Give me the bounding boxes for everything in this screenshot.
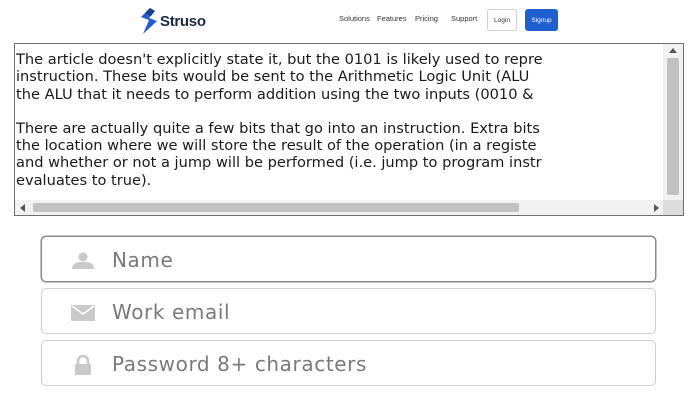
password-input[interactable] [112, 349, 632, 379]
vertical-scrollbar[interactable] [663, 44, 683, 201]
scroll-right-arrow-icon[interactable] [654, 204, 659, 212]
article-text: The article doesn't explicitly state it,… [16, 51, 662, 201]
email-field[interactable] [41, 288, 656, 334]
nav-pricing[interactable]: Pricing [415, 14, 438, 23]
scroll-left-arrow-icon[interactable] [20, 204, 25, 212]
article-line: There are actually quite a few bits that… [16, 119, 540, 137]
article-paragraph: The article doesn't explicitly state it,… [16, 51, 662, 103]
lock-icon [70, 355, 96, 375]
article-line: and whether or not a jump will be perfor… [16, 154, 542, 172]
logo-text: Struso [160, 12, 206, 30]
article-line: the ALU that it needs to perform additio… [16, 85, 534, 103]
nav-solutions[interactable]: Solutions [339, 14, 370, 23]
scrollbar-corner [663, 200, 683, 215]
article-paragraph: There are actually quite a few bits that… [16, 120, 662, 189]
envelope-icon [70, 303, 96, 323]
top-header: Struso Solutions Features Pricing Suppor… [0, 0, 700, 42]
scroll-up-arrow-icon[interactable] [669, 48, 677, 53]
article-scroll-box[interactable]: The article doesn't explicitly state it,… [14, 43, 684, 216]
horizontal-scroll-thumb[interactable] [33, 203, 519, 212]
article-line: instruction. These bits would be sent to… [16, 68, 530, 86]
user-icon [70, 251, 96, 271]
login-button[interactable]: Login [487, 9, 517, 31]
name-input[interactable] [112, 245, 632, 275]
password-field[interactable] [41, 340, 656, 386]
email-input[interactable] [112, 297, 632, 327]
signup-button[interactable]: Signup [525, 9, 558, 31]
article-line: the location where we will store the res… [16, 137, 537, 155]
logo[interactable]: Struso [141, 7, 206, 35]
nav-features[interactable]: Features [377, 14, 407, 23]
article-line: evaluates to true). [16, 171, 152, 189]
signup-page: Struso Solutions Features Pricing Suppor… [0, 0, 700, 400]
article-line: The article doesn't explicitly state it,… [16, 51, 543, 68]
horizontal-scrollbar[interactable] [15, 200, 663, 215]
logo-icon [141, 8, 157, 34]
name-field[interactable] [41, 236, 656, 282]
nav-support[interactable]: Support [451, 14, 477, 23]
vertical-scroll-thumb[interactable] [667, 58, 679, 195]
